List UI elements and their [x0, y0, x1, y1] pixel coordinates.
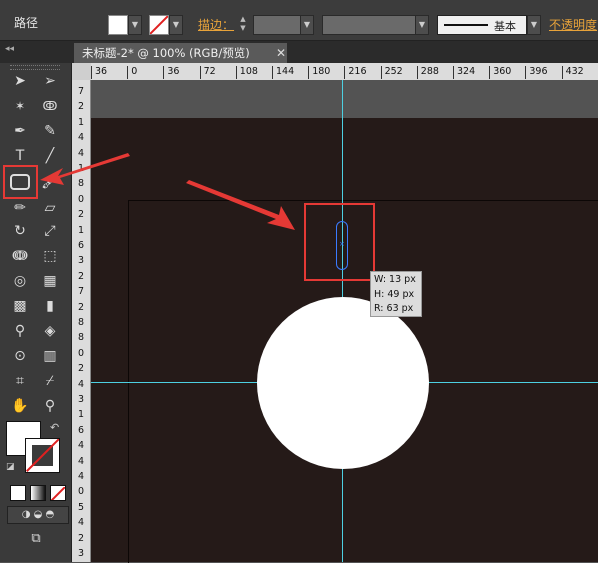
- arrow-to-tool: [40, 153, 130, 185]
- annotation-arrows: [40, 153, 295, 230]
- arrow-to-shape: [186, 180, 295, 230]
